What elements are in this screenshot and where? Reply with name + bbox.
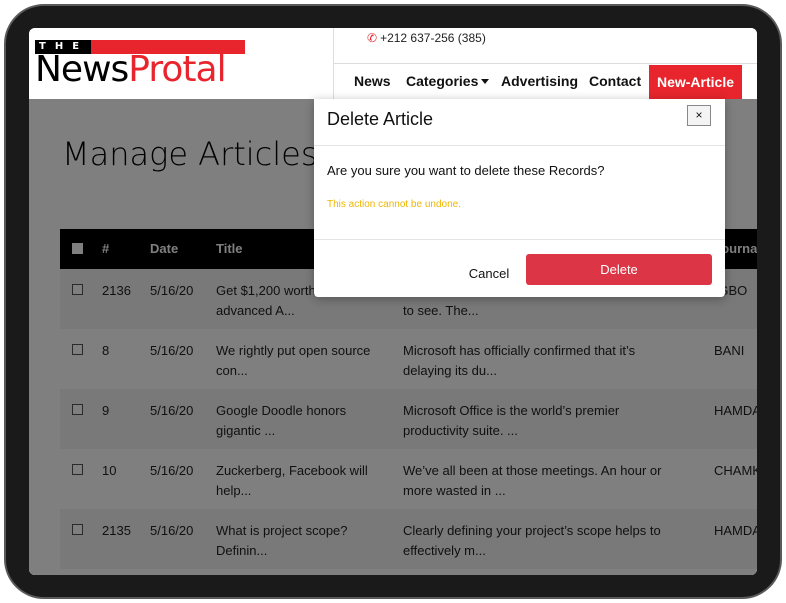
nav-advertising[interactable]: Advertising xyxy=(501,64,578,99)
logo-news: News xyxy=(35,49,129,90)
site-header: THE NewsProtal ✆ +212 637-256 (385) News… xyxy=(29,28,757,99)
main-nav: News Categories Advertising Contact New-… xyxy=(334,63,757,99)
site-logo[interactable]: THE NewsProtal xyxy=(35,40,245,90)
cancel-button[interactable]: Cancel xyxy=(462,262,516,286)
phone-number: +212 637-256 (385) xyxy=(380,31,486,45)
modal-warning: This action cannot be undone. xyxy=(327,199,461,210)
nav-news[interactable]: News xyxy=(354,64,391,99)
close-icon[interactable]: × xyxy=(687,105,711,126)
phone-icon: ✆ xyxy=(367,31,378,45)
delete-button[interactable]: Delete xyxy=(526,254,712,285)
phone-contact: ✆ +212 637-256 (385) xyxy=(367,31,486,45)
new-article-button[interactable]: New-Article xyxy=(649,65,742,99)
modal-title: Delete Article xyxy=(327,109,434,129)
nav-contact[interactable]: Contact xyxy=(589,64,641,99)
nav-categories[interactable]: Categories xyxy=(406,64,490,99)
screen: THE NewsProtal ✆ +212 637-256 (385) News… xyxy=(29,28,757,575)
logo-wordmark: NewsProtal xyxy=(35,49,227,90)
delete-article-modal: Delete Article × Are you sure you want t… xyxy=(314,99,725,297)
logo-protal: Protal xyxy=(128,49,226,90)
caret-down-icon xyxy=(481,78,490,84)
modal-question: Are you sure you want to delete these Re… xyxy=(327,163,605,178)
modal-header: Delete Article × xyxy=(314,99,725,146)
nav-categories-label: Categories xyxy=(406,73,479,89)
modal-body: Are you sure you want to delete these Re… xyxy=(314,146,725,240)
